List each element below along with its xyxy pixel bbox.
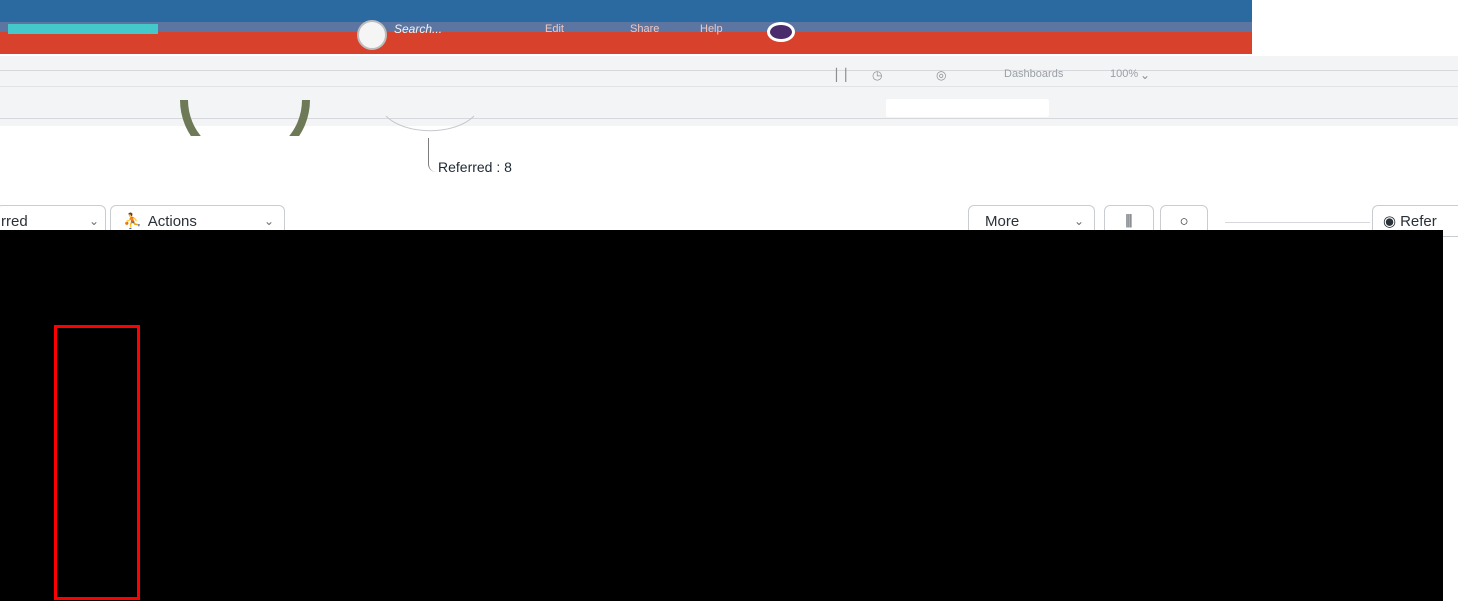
more-label: More — [985, 212, 1020, 230]
nav-link-share[interactable]: Share — [630, 23, 659, 35]
chevron-down-icon: ⌄ — [88, 214, 99, 228]
gauge-arc — [180, 100, 310, 136]
search-icon: ○ — [1179, 212, 1189, 230]
nav-link-help[interactable]: Help — [700, 23, 723, 35]
nav-link-edit[interactable]: Edit — [545, 23, 564, 35]
avatar[interactable] — [767, 22, 795, 42]
columns-icon: ⫼ — [1125, 212, 1133, 230]
clock-icon[interactable]: ◷ — [872, 68, 882, 82]
referred-gauge — [180, 100, 310, 136]
app-header: Search... Edit Share Help — [0, 0, 1252, 54]
header-logo-bar — [8, 24, 158, 34]
actions-label: Actions — [147, 212, 197, 230]
header-band-secondary — [0, 22, 1252, 32]
highlight-box — [54, 325, 140, 600]
chevron-down-icon: ⌄ — [263, 214, 274, 228]
refer-icon: ◉ — [1383, 213, 1397, 230]
status-filter-label: rred — [1, 212, 28, 230]
grid-icon[interactable]: ▏▏ — [836, 68, 854, 82]
gauge-label: Referred : 8 — [438, 159, 512, 175]
settings-icon[interactable]: ◎ — [936, 68, 946, 82]
chevron-down-icon: ⌄ — [1140, 68, 1151, 82]
search-icon[interactable] — [357, 20, 387, 50]
table-region — [0, 230, 1443, 601]
dashboards-link[interactable]: Dashboards — [1004, 68, 1063, 80]
zoom-select[interactable]: 100% — [1110, 68, 1138, 80]
search-input[interactable]: Search... — [394, 22, 442, 36]
gauge-label-leader — [428, 138, 437, 172]
chevron-down-icon: ⌄ — [1073, 214, 1084, 228]
toolbar-input[interactable] — [886, 99, 1049, 117]
run-icon: ⛹ — [123, 213, 142, 230]
refer-label: Refer — [1400, 212, 1437, 230]
header-band — [0, 0, 1252, 22]
